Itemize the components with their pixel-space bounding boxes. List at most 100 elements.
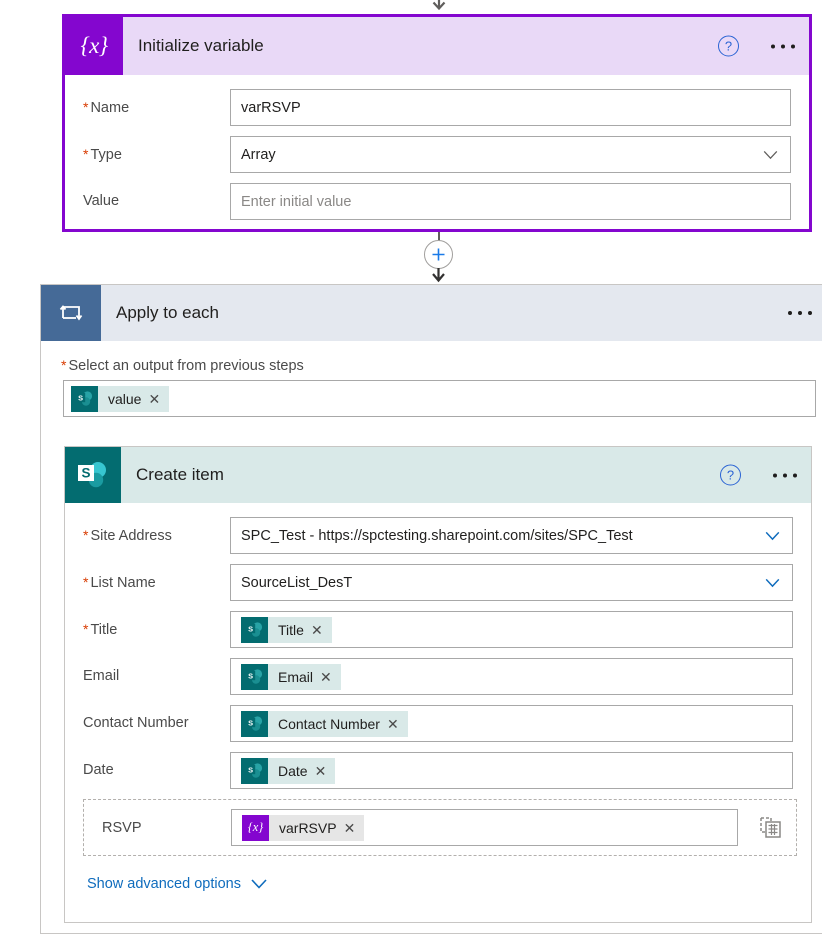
create-item-title: Create item: [136, 465, 224, 484]
svg-text:S: S: [248, 624, 253, 633]
token-chip-email[interactable]: S Email ✕: [241, 663, 341, 690]
copy-table-icon[interactable]: [760, 816, 782, 840]
add-step-button[interactable]: [424, 240, 453, 269]
close-icon[interactable]: ✕: [311, 623, 332, 637]
initialize-variable-header[interactable]: {x} Initialize variable ?: [65, 17, 809, 75]
close-icon[interactable]: ✕: [148, 392, 169, 406]
initialize-variable-title: Initialize variable: [138, 36, 264, 55]
token-chip-contact-number[interactable]: S Contact Number ✕: [241, 710, 408, 737]
plus-circle-icon: [432, 248, 445, 261]
token-label: Email: [278, 668, 314, 685]
field-row-date: Date S Date ✕: [65, 752, 811, 789]
token-chip-title[interactable]: S Title ✕: [241, 616, 332, 643]
ellipsis-icon[interactable]: [773, 469, 797, 481]
variable-braces-icon: {x}: [65, 17, 123, 75]
sharepoint-glyph: S: [246, 763, 263, 778]
token-label: varRSVP: [279, 819, 337, 836]
close-icon[interactable]: ✕: [320, 670, 341, 684]
svg-text:S: S: [81, 466, 90, 481]
name-input[interactable]: varRSVP: [230, 89, 791, 126]
flow-connector: [424, 232, 454, 284]
date-input[interactable]: S Date ✕: [230, 752, 793, 789]
field-row-name: * Name varRSVP: [65, 89, 809, 126]
sharepoint-icon: S: [65, 447, 121, 503]
apply-to-each-header-actions: [788, 307, 812, 319]
arrow-down-icon: [432, 268, 445, 283]
required-asterisk: *: [83, 621, 89, 637]
incoming-flow-arrow: [431, 0, 447, 12]
field-label-name: * Name: [83, 99, 130, 116]
create-item-header-actions: ?: [720, 464, 797, 486]
required-asterisk: *: [61, 357, 67, 373]
required-asterisk: *: [83, 99, 89, 115]
field-label-list-name: * List Name: [83, 574, 156, 591]
rsvp-input[interactable]: {x} varRSVP ✕: [231, 809, 738, 846]
initialize-variable-form: * Name varRSVP * Type Array Value Enter in…: [65, 75, 809, 220]
svg-text:S: S: [248, 765, 253, 774]
required-asterisk: *: [83, 527, 89, 543]
token-chip-varrsvp[interactable]: {x} varRSVP ✕: [242, 814, 365, 841]
close-icon[interactable]: ✕: [344, 821, 365, 835]
field-label-title: * Title: [83, 621, 118, 638]
close-icon[interactable]: ✕: [315, 764, 336, 778]
show-advanced-options-label: Show advanced options: [87, 876, 241, 892]
token-chip-value[interactable]: S value ✕: [71, 385, 170, 412]
chevron-down-icon: [765, 578, 780, 587]
field-label-date: Date: [83, 762, 114, 778]
sharepoint-glyph: S: [78, 462, 106, 488]
select-output-label: * Select an output from previous steps: [61, 357, 304, 374]
chevron-down-icon: [765, 531, 780, 540]
create-item-header[interactable]: S Create item ?: [65, 447, 811, 503]
token-chip-date[interactable]: S Date ✕: [241, 757, 336, 784]
list-name-select[interactable]: SourceList_DesT: [230, 564, 793, 601]
field-row-contact-number: Contact Number S Contact Number ✕: [65, 705, 811, 742]
field-label-type: * Type: [83, 146, 122, 163]
create-item-card[interactable]: S Create item ? * Site Address SPC_Test -…: [64, 446, 812, 923]
show-advanced-options-link[interactable]: Show advanced options: [65, 856, 267, 892]
sharepoint-icon: S: [71, 385, 98, 412]
initialize-variable-header-actions: ?: [718, 35, 795, 57]
create-item-form: * Site Address SPC_Test - https://spctest…: [65, 503, 811, 892]
ellipsis-icon[interactable]: [788, 307, 812, 319]
sharepoint-icon: S: [241, 710, 268, 737]
field-label-contact-number: Contact Number: [83, 715, 189, 731]
arrow-down-icon: [432, 0, 446, 11]
email-input[interactable]: S Email ✕: [230, 658, 793, 695]
field-label-email: Email: [83, 668, 120, 684]
initialize-variable-card[interactable]: {x} Initialize variable ? * Name varRSVP …: [62, 14, 812, 232]
token-label: value: [108, 390, 142, 407]
title-input[interactable]: S Title ✕: [230, 611, 793, 648]
help-circle-icon[interactable]: ?: [718, 35, 739, 57]
contact-number-input[interactable]: S Contact Number ✕: [230, 705, 793, 742]
variable-braces-icon: {x}: [242, 814, 269, 841]
apply-to-each-header[interactable]: Apply to each: [41, 285, 822, 341]
field-label-value: Value: [83, 193, 120, 209]
variable-icon-glyph: {x}: [80, 33, 108, 58]
list-name-value: SourceList_DesT: [241, 574, 353, 591]
sharepoint-icon: S: [241, 616, 268, 643]
value-input[interactable]: Enter initial value: [230, 183, 791, 220]
chevron-down-icon: [251, 879, 267, 889]
sharepoint-icon: S: [241, 663, 268, 690]
sharepoint-glyph: S: [246, 716, 263, 731]
select-output-input[interactable]: S value ✕: [63, 380, 816, 417]
required-asterisk: *: [83, 574, 89, 590]
token-label: Title: [278, 621, 304, 638]
site-address-select[interactable]: SPC_Test - https://spctesting.sharepoint…: [230, 517, 793, 554]
token-label: Contact Number: [278, 715, 380, 732]
apply-to-each-title: Apply to each: [116, 303, 220, 322]
field-row-site-address: * Site Address SPC_Test - https://spctest…: [65, 517, 811, 554]
sharepoint-glyph: S: [246, 622, 263, 637]
type-select-value: Array: [241, 146, 276, 163]
field-row-list-name: * List Name SourceList_DesT: [65, 564, 811, 601]
help-circle-icon[interactable]: ?: [720, 464, 741, 486]
close-icon[interactable]: ✕: [387, 717, 408, 731]
chevron-down-icon: [763, 150, 778, 159]
field-row-email: Email S Email ✕: [65, 658, 811, 695]
type-select[interactable]: Array: [230, 136, 791, 173]
svg-text:S: S: [248, 671, 253, 680]
field-label-rsvp: RSVP: [102, 819, 142, 836]
field-row-type: * Type Array: [65, 136, 809, 173]
ellipsis-icon[interactable]: [771, 40, 795, 52]
svg-text:S: S: [78, 393, 83, 402]
